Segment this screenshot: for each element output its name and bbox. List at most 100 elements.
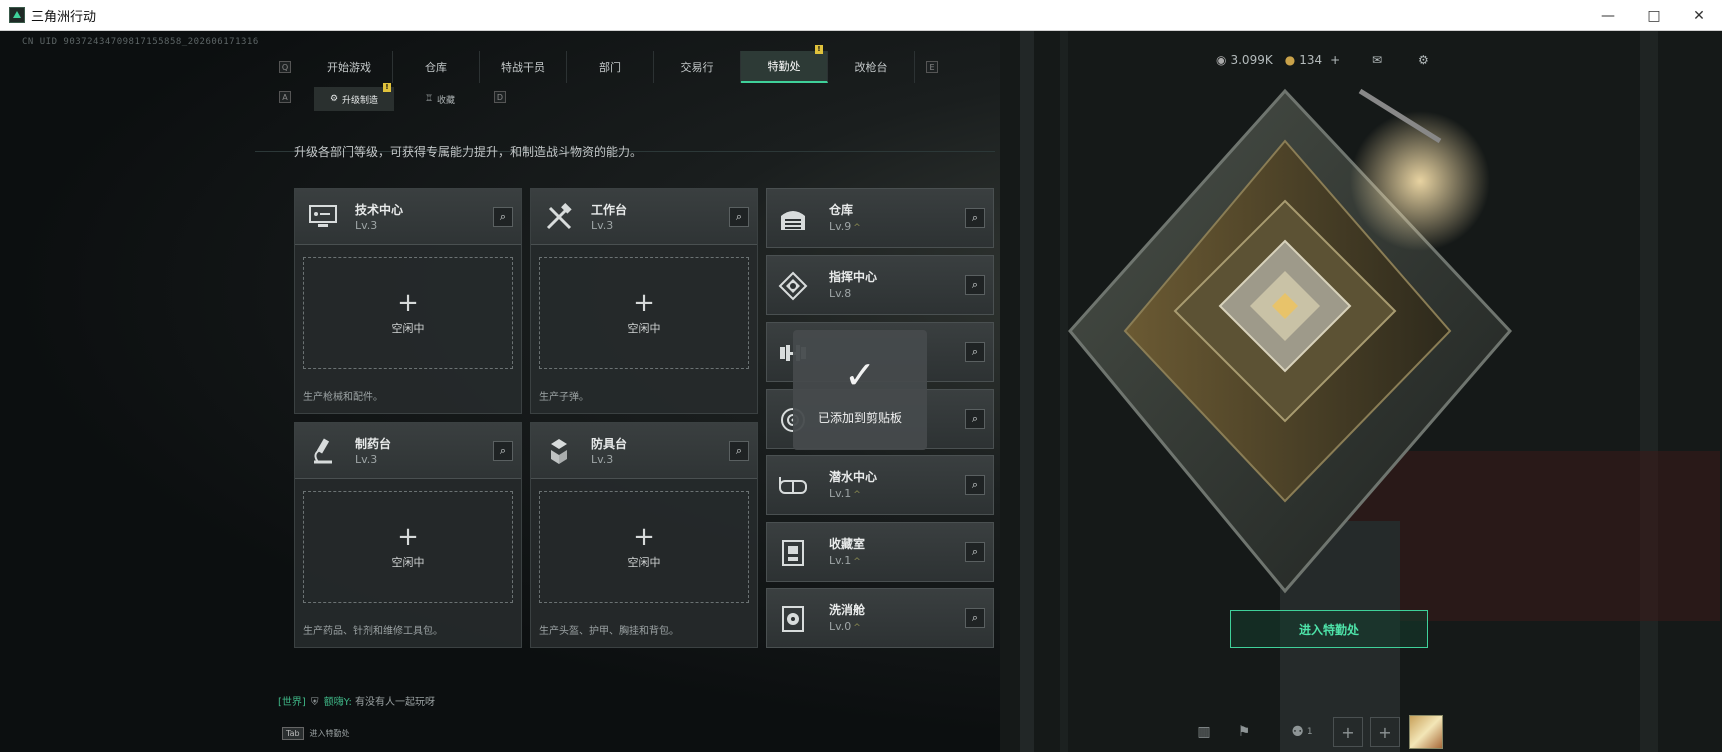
workshop-card-armor: 防具台 Lv.3 ⌕ + 空闲中 生产头盔、护甲、胸挂和背包。 bbox=[530, 422, 758, 648]
maximize-button[interactable]: □ bbox=[1631, 0, 1677, 31]
squad-count: 1 bbox=[1306, 727, 1313, 737]
upgrade-available-icon: ^ bbox=[853, 623, 861, 633]
people-icon: ⚉ bbox=[1291, 724, 1304, 740]
clipboard-toast: ✓ 已添加到剪贴板 bbox=[793, 330, 927, 450]
sub-nav: ⚙ 升级制造 ♖ 收藏 bbox=[314, 87, 480, 111]
tab-gunsmith[interactable]: 改枪台 bbox=[828, 51, 915, 83]
department-card-decon[interactable]: 洗消舱 Lv.0 ^ ⌕ bbox=[766, 588, 994, 648]
subtab-collection-label: 收藏 bbox=[437, 95, 456, 106]
minimize-button[interactable]: — bbox=[1585, 0, 1631, 31]
slot-status: 空闲中 bbox=[627, 556, 661, 569]
coin-amount: 3.099K bbox=[1230, 53, 1273, 67]
department-card-command[interactable]: 指挥中心 Lv.8 ⌕ bbox=[766, 255, 994, 315]
department-card-warehouse[interactable]: 仓库 Lv.9 ^ ⌕ bbox=[766, 188, 994, 248]
player-uid: CN UID 90372434709817155858_202606171316 bbox=[22, 37, 259, 47]
workshop-level: Lv.3 bbox=[355, 219, 378, 232]
special-ops-alert-badge: ! bbox=[815, 45, 823, 54]
workshop-name: 技术中心 bbox=[355, 203, 404, 217]
decon-icon bbox=[775, 601, 811, 637]
search-icon[interactable]: ⌕ bbox=[729, 441, 749, 461]
slot-status: 空闲中 bbox=[391, 556, 425, 569]
mail-icon[interactable]: ✉ bbox=[1372, 53, 1382, 67]
game-viewport: CN UID 90372434709817155858_202606171316… bbox=[0, 31, 1722, 752]
workshop-card-header[interactable]: 制药台 Lv.3 ⌕ bbox=[295, 423, 521, 479]
command-icon bbox=[775, 268, 811, 304]
tab-key-hint[interactable]: Tab 进入特勤处 bbox=[282, 721, 358, 745]
invite-slot-2-plus-icon[interactable]: + bbox=[1370, 717, 1400, 747]
invite-slot-1-plus-icon[interactable]: + bbox=[1333, 717, 1363, 747]
computer-icon bbox=[305, 199, 341, 235]
department-name: 仓库 bbox=[829, 203, 854, 217]
department-card-diving[interactable]: 潜水中心 Lv.1 ^ ⌕ bbox=[766, 455, 994, 515]
workshop-card-header[interactable]: 技术中心 Lv.3 ⌕ bbox=[295, 189, 521, 245]
search-icon[interactable]: ⌕ bbox=[493, 207, 513, 227]
search-icon[interactable]: ⌕ bbox=[729, 207, 749, 227]
production-slot[interactable]: + 空闲中 bbox=[539, 491, 749, 603]
production-slot[interactable]: + 空闲中 bbox=[303, 257, 513, 369]
enter-special-ops-button[interactable]: 进入特勤处 bbox=[1230, 610, 1428, 648]
flag-icon[interactable]: ⚑ bbox=[1230, 717, 1258, 747]
production-slot[interactable]: + 空闲中 bbox=[539, 257, 749, 369]
department-level-value: Lv.0 bbox=[829, 620, 852, 633]
app-logo-icon bbox=[9, 7, 25, 23]
chat-user-icon: ⛨ bbox=[311, 697, 319, 708]
department-level: Lv.8 bbox=[829, 287, 851, 300]
upgrade-available-icon: ^ bbox=[853, 223, 861, 233]
department-level: Lv.9 ^ bbox=[829, 220, 861, 233]
tab-special-ops[interactable]: 特勤处 bbox=[741, 51, 828, 83]
tab-hint-label: 进入特勤处 bbox=[309, 728, 350, 738]
diving-mask-icon bbox=[775, 468, 811, 504]
search-icon[interactable]: ⌕ bbox=[965, 208, 985, 228]
settings-gear-icon[interactable]: ⚙ bbox=[1418, 53, 1429, 67]
plus-icon: + bbox=[633, 522, 655, 552]
search-icon[interactable]: ⌕ bbox=[965, 608, 985, 628]
production-slot[interactable]: + 空闲中 bbox=[303, 491, 513, 603]
workshop-level: Lv.3 bbox=[591, 453, 614, 466]
tab-operators[interactable]: 特战干员 bbox=[480, 51, 567, 83]
stats-chart-icon[interactable]: ▥ bbox=[1190, 717, 1218, 747]
search-icon[interactable]: ⌕ bbox=[965, 475, 985, 495]
window-titlebar: 三角洲行动 — □ ✕ bbox=[0, 0, 1722, 31]
chat-channel: [世界] bbox=[278, 697, 306, 708]
department-level-value: Lv.1 bbox=[829, 487, 852, 500]
search-icon[interactable]: ⌕ bbox=[965, 542, 985, 562]
nav-next-key-hint: E bbox=[926, 61, 938, 73]
department-level: Lv.0 ^ bbox=[829, 620, 861, 633]
workshop-description: 生产药品、针剂和维修工具包。 bbox=[303, 626, 443, 637]
department-level: Lv.1 ^ bbox=[829, 554, 861, 567]
search-icon[interactable]: ⌕ bbox=[965, 409, 985, 429]
close-button[interactable]: ✕ bbox=[1676, 0, 1722, 31]
squad-members-button[interactable]: ⚉ 1 bbox=[1280, 717, 1324, 747]
tools-icon bbox=[541, 199, 577, 235]
nav-prev-key-hint: Q bbox=[279, 61, 291, 73]
plus-icon: + bbox=[633, 288, 655, 318]
department-name: 收藏室 bbox=[829, 537, 866, 551]
collection-icon: ♖ bbox=[424, 94, 434, 104]
workshop-card-header[interactable]: 工作台 Lv.3 ⌕ bbox=[531, 189, 757, 245]
department-card-vault[interactable]: 收藏室 Lv.1 ^ ⌕ bbox=[766, 522, 994, 582]
workshop-card-header[interactable]: 防具台 Lv.3 ⌕ bbox=[531, 423, 757, 479]
workshop-name: 制药台 bbox=[355, 437, 392, 451]
avatar[interactable] bbox=[1409, 715, 1443, 749]
warehouse-icon bbox=[775, 201, 811, 237]
tab-department[interactable]: 部门 bbox=[567, 51, 654, 83]
add-currency-button[interactable]: + bbox=[1330, 53, 1340, 67]
search-icon[interactable]: ⌕ bbox=[965, 342, 985, 362]
main-nav: 开始游戏 仓库 特战干员 部门 交易行 特勤处 改枪台 bbox=[306, 51, 915, 83]
subtab-upgrade-craft[interactable]: ⚙ 升级制造 bbox=[314, 87, 394, 111]
subtab-collection[interactable]: ♖ 收藏 bbox=[400, 87, 480, 111]
search-icon[interactable]: ⌕ bbox=[965, 275, 985, 295]
department-level: Lv.1 ^ bbox=[829, 487, 861, 500]
tab-warehouse[interactable]: 仓库 bbox=[393, 51, 480, 83]
chat-username: 额嗨Y: bbox=[323, 697, 352, 708]
tab-start-game[interactable]: 开始游戏 bbox=[306, 51, 393, 83]
checkmark-icon: ✓ bbox=[844, 352, 876, 397]
subnav-prev-key-hint: A bbox=[279, 91, 291, 103]
subnav-next-key-hint: D bbox=[494, 91, 506, 103]
tab-trading[interactable]: 交易行 bbox=[654, 51, 741, 83]
world-chat-line[interactable]: [世界] ⛨ 额嗨Y: 有没有人一起玩呀 bbox=[278, 693, 435, 708]
search-icon[interactable]: ⌕ bbox=[493, 441, 513, 461]
department-name: 指挥中心 bbox=[829, 270, 878, 284]
plus-icon: + bbox=[397, 288, 419, 318]
workshop-description: 生产子弹。 bbox=[539, 392, 589, 403]
